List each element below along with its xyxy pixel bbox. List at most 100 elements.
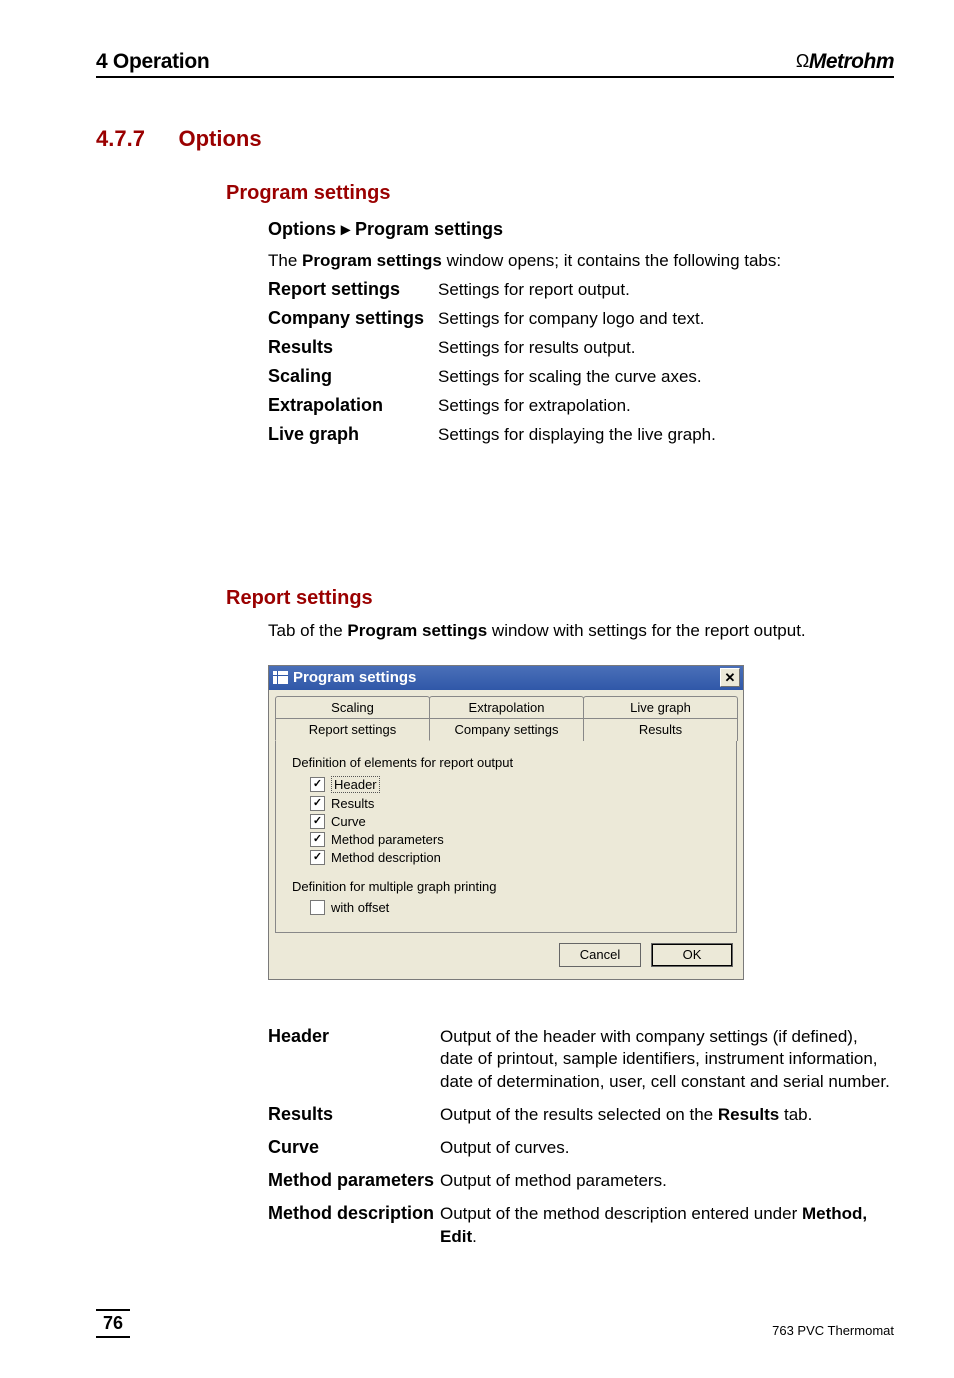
field-row-header: Header Output of the header with company…: [268, 1026, 894, 1095]
dialog-titlebar[interactable]: Program settings ✕: [269, 666, 743, 690]
program-settings-heading: Program settings: [226, 182, 894, 205]
tab-desc: Settings for report output.: [438, 279, 894, 302]
dialog-button-row: Cancel OK: [269, 933, 743, 979]
tab-company-settings[interactable]: Company settings: [429, 718, 584, 741]
page-number: 76: [96, 1309, 130, 1338]
report-intro-suffix: window with settings for the report outp…: [487, 621, 805, 640]
group1-label: Definition of elements for report output: [292, 755, 720, 770]
list-item: Report settings Settings for report outp…: [268, 279, 894, 302]
report-intro-bold: Program settings: [347, 621, 487, 640]
dialog-tab-panel: Definition of elements for report output…: [275, 741, 737, 933]
checkbox-method-parameters[interactable]: [310, 832, 325, 847]
field-desc-bold: Results: [718, 1105, 779, 1124]
checkbox-row-results: Results: [310, 796, 720, 811]
field-desc-post: .: [472, 1227, 477, 1246]
section-number: 4.7.7: [96, 126, 174, 152]
brand-logo: ΩMetrohm: [796, 50, 894, 74]
checkbox-row-with-offset: with offset: [310, 900, 720, 915]
checkbox-label[interactable]: with offset: [331, 900, 389, 915]
checkbox-row-method-parameters: Method parameters: [310, 832, 720, 847]
tab-term: Report settings: [268, 279, 438, 302]
field-name: Header: [268, 1026, 440, 1047]
intro-text: The Program settings window opens; it co…: [268, 250, 894, 273]
checkbox-curve[interactable]: [310, 814, 325, 829]
field-desc: Output of the method description entered…: [440, 1203, 894, 1249]
field-name: Method parameters: [268, 1170, 440, 1191]
field-row-curve: Curve Output of curves.: [268, 1137, 894, 1160]
tab-desc: Settings for displaying the live graph.: [438, 424, 894, 447]
checkbox-label[interactable]: Results: [331, 796, 374, 811]
page-footer: 76 763 PVC Thermomat: [96, 1309, 894, 1338]
tab-report-settings[interactable]: Report settings: [275, 718, 430, 741]
app-icon: [273, 671, 288, 684]
footer-product: 763 PVC Thermomat: [772, 1323, 894, 1338]
section-heading: 4.7.7 Options: [96, 126, 894, 152]
tab-term: Results: [268, 337, 438, 360]
dialog-title: Program settings: [273, 669, 416, 686]
menu-path: Options ▸ Program settings: [268, 219, 894, 240]
checkbox-row-method-description: Method description: [310, 850, 720, 865]
list-item: Company settings Settings for company lo…: [268, 308, 894, 331]
list-item: Results Settings for results output.: [268, 337, 894, 360]
intro-prefix: The: [268, 251, 302, 270]
checkbox-with-offset[interactable]: [310, 900, 325, 915]
report-settings-heading: Report settings: [226, 587, 894, 610]
dialog-tabrow-back: Scaling Extrapolation Live graph: [275, 696, 737, 718]
page-header: 4 Operation ΩMetrohm: [96, 50, 894, 78]
tab-term: Extrapolation: [268, 395, 438, 418]
checkbox-row-header: Header: [310, 776, 720, 793]
checkbox-method-description[interactable]: [310, 850, 325, 865]
field-desc: Output of the results selected on the Re…: [440, 1104, 894, 1127]
tab-live-graph[interactable]: Live graph: [583, 696, 738, 718]
field-desc: Output of the header with company settin…: [440, 1026, 894, 1095]
report-intro-prefix: Tab of the: [268, 621, 347, 640]
field-row-method-description: Method description Output of the method …: [268, 1203, 894, 1249]
checkbox-label[interactable]: Method description: [331, 850, 441, 865]
section-title: Options: [178, 126, 261, 151]
dialog-tabrow-front: Report settings Company settings Results: [275, 718, 737, 741]
checkbox-header[interactable]: [310, 777, 325, 792]
cancel-button[interactable]: Cancel: [559, 943, 641, 967]
group2-label: Definition for multiple graph printing: [292, 879, 720, 894]
field-name: Method description: [268, 1203, 440, 1224]
dialog-title-text: Program settings: [293, 669, 416, 686]
tab-term: Live graph: [268, 424, 438, 447]
field-desc-pre: Output of the results selected on the: [440, 1105, 718, 1124]
program-settings-dialog: Program settings ✕ Scaling Extrapolation…: [268, 665, 744, 980]
list-item: Scaling Settings for scaling the curve a…: [268, 366, 894, 389]
close-icon: ✕: [725, 670, 736, 686]
checkbox-results[interactable]: [310, 796, 325, 811]
tab-term: Scaling: [268, 366, 438, 389]
list-item: Live graph Settings for displaying the l…: [268, 424, 894, 447]
tab-desc: Settings for company logo and text.: [438, 308, 894, 331]
brand-name: Metrohm: [809, 50, 894, 73]
list-item: Extrapolation Settings for extrapolation…: [268, 395, 894, 418]
field-desc-post: tab.: [779, 1105, 812, 1124]
field-row-results: Results Output of the results selected o…: [268, 1104, 894, 1127]
tab-desc: Settings for results output.: [438, 337, 894, 360]
tab-desc: Settings for scaling the curve axes.: [438, 366, 894, 389]
checkbox-label[interactable]: Curve: [331, 814, 366, 829]
tab-extrapolation[interactable]: Extrapolation: [429, 696, 584, 718]
field-row-method-parameters: Method parameters Output of method param…: [268, 1170, 894, 1193]
field-desc-pre: Output of the method description entered…: [440, 1204, 802, 1223]
checkbox-row-curve: Curve: [310, 814, 720, 829]
field-descriptions: Header Output of the header with company…: [268, 1026, 894, 1250]
checkbox-label[interactable]: Header: [331, 776, 380, 793]
field-desc: Output of method parameters.: [440, 1170, 894, 1193]
ok-button[interactable]: OK: [651, 943, 733, 967]
checkbox-label[interactable]: Method parameters: [331, 832, 444, 847]
dialog-tabstrip: Scaling Extrapolation Live graph Report …: [269, 690, 743, 741]
field-name: Curve: [268, 1137, 440, 1158]
field-name: Results: [268, 1104, 440, 1125]
field-desc: Output of curves.: [440, 1137, 894, 1160]
intro-suffix: window opens; it contains the following …: [442, 251, 781, 270]
tab-results[interactable]: Results: [583, 718, 738, 741]
report-intro: Tab of the Program settings window with …: [268, 620, 894, 643]
tab-term: Company settings: [268, 308, 438, 331]
brand-symbol-icon: Ω: [796, 51, 809, 71]
tab-definition-list: Report settings Settings for report outp…: [268, 279, 894, 447]
tab-desc: Settings for extrapolation.: [438, 395, 894, 418]
tab-scaling[interactable]: Scaling: [275, 696, 430, 718]
close-button[interactable]: ✕: [720, 668, 740, 687]
